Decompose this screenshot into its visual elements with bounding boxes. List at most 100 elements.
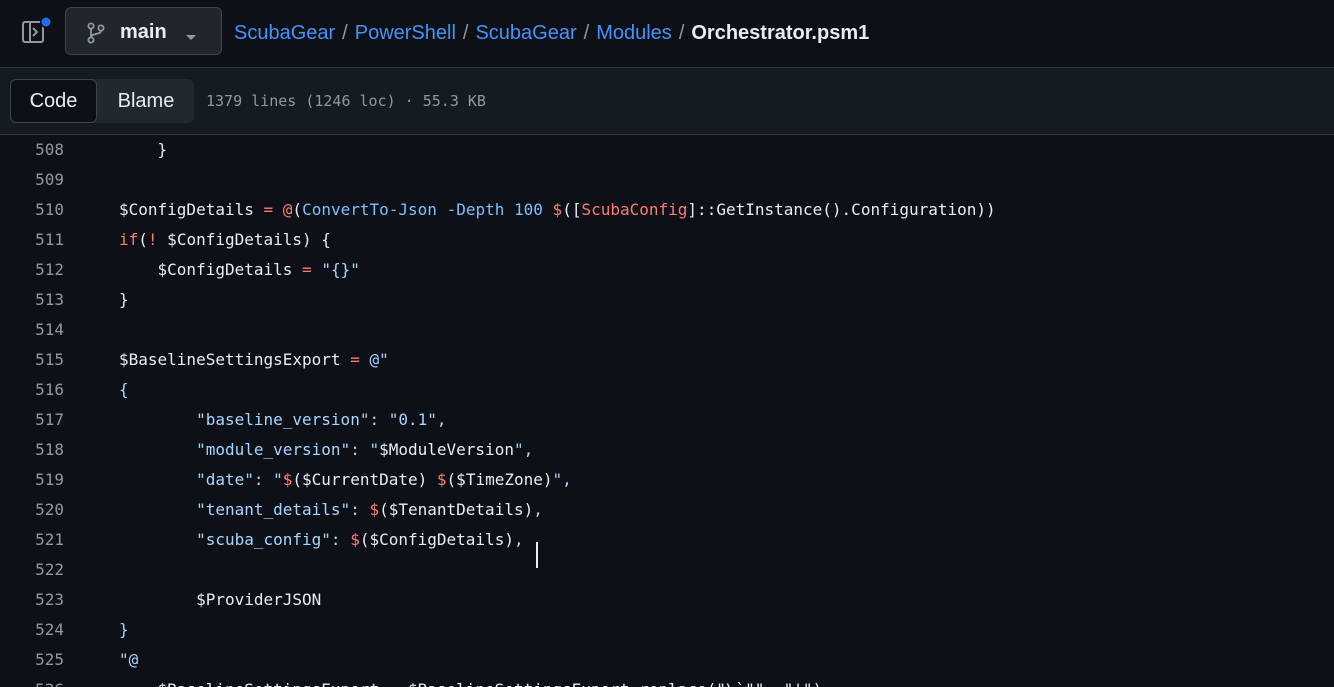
breadcrumb-link-scubagear[interactable]: ScubaGear (475, 22, 576, 45)
code-token: ([ (562, 200, 582, 219)
line-code: $ConfigDetails = "{}" (119, 255, 360, 285)
code-token: -Depth (446, 200, 505, 219)
code-token: $ModuleVersion (379, 440, 514, 459)
code-token: $BaselineSettingsExport (119, 350, 351, 369)
line-number[interactable]: 511 (0, 225, 64, 255)
code-token: "scuba_config": (119, 530, 351, 549)
line-code: } (119, 615, 129, 645)
line-code: $BaselineSettingsExport = $BaselineSetti… (119, 675, 823, 687)
line-number[interactable]: 525 (0, 645, 64, 675)
breadcrumb-separator: / (462, 21, 469, 44)
line-number[interactable]: 526 (0, 675, 64, 687)
sidebar-toggle-icon[interactable] (18, 16, 54, 48)
line-number[interactable]: 517 (0, 405, 64, 435)
code-line: 517 "baseline_version": "0.1", (0, 405, 1334, 435)
file-header: main ScubaGear / PowerShell / ScubaGear … (0, 0, 1334, 68)
breadcrumb-link-powershell[interactable]: PowerShell (355, 22, 456, 45)
line-code: } (119, 135, 168, 165)
code-token: "date": " (119, 470, 283, 489)
line-number[interactable]: 518 (0, 435, 64, 465)
line-number[interactable]: 513 (0, 285, 64, 315)
code-token: = (263, 200, 274, 219)
code-token: = (350, 350, 360, 369)
code-token: ($TimeZone) (446, 470, 553, 489)
code-token: ($ConfigDetails) (359, 530, 514, 549)
code-token: "module_version": " (119, 440, 380, 459)
code-token: $ConfigDetails (119, 260, 303, 279)
line-code: { (119, 375, 129, 405)
code-token: if (119, 230, 139, 249)
tab-code[interactable]: Code (10, 79, 97, 123)
code-line: 526 $BaselineSettingsExport = $BaselineS… (0, 675, 1334, 687)
line-code: "date": "$($CurrentDate) $($TimeZone)", (119, 465, 572, 495)
code-token: ConvertTo-Json (302, 200, 437, 219)
code-token: ( (138, 230, 148, 249)
line-code: $BaselineSettingsExport = @" (119, 345, 389, 375)
line-number[interactable]: 508 (0, 135, 64, 165)
code-token: $ (350, 530, 360, 549)
code-token: ($TenantDetails) (379, 500, 534, 519)
line-number[interactable]: 523 (0, 585, 64, 615)
code-token: = (302, 260, 312, 279)
code-token: "@ (119, 650, 139, 669)
breadcrumb-link-modules[interactable]: Modules (596, 22, 672, 45)
code-line: 522 (0, 555, 1334, 585)
line-number[interactable]: 521 (0, 525, 64, 555)
code-line: 515 $BaselineSettingsExport = @" (0, 345, 1334, 375)
file-meta: 1379 lines (1246 loc) · 55.3 KB (206, 92, 486, 110)
breadcrumb-separator: / (342, 21, 348, 44)
line-number[interactable]: 512 (0, 255, 64, 285)
line-number[interactable]: 520 (0, 495, 64, 525)
code-token: { (119, 380, 129, 399)
line-number[interactable]: 514 (0, 315, 64, 345)
line-number[interactable]: 510 (0, 195, 64, 225)
code-token: ( (292, 200, 303, 219)
breadcrumb-separator: / (678, 21, 685, 44)
code-token: "baseline_version": "0.1", (119, 410, 447, 429)
code-line: 524} (0, 615, 1334, 645)
code-line: 512 $ConfigDetails = "{}" (0, 255, 1334, 285)
breadcrumb-link-repo[interactable]: ScubaGear (234, 22, 335, 45)
line-number[interactable]: 509 (0, 165, 64, 195)
line-code: "@ (119, 645, 138, 675)
line-number[interactable]: 522 (0, 555, 64, 585)
code-line: 510 $ConfigDetails = @(ConvertTo-Json -De… (0, 195, 1334, 225)
code-token: $ConfigDetails (119, 200, 264, 219)
view-mode-toggle: Code Blame (10, 79, 194, 123)
git-branch-icon (86, 22, 106, 49)
code-viewer[interactable]: 508 } 509 510 $ConfigDetails = @(ConvertTo-… (0, 135, 1334, 687)
line-number[interactable]: 519 (0, 465, 64, 495)
branch-selector-button[interactable]: main (65, 7, 222, 55)
line-code: $ConfigDetails = @(ConvertTo-Json -Depth… (119, 195, 996, 225)
code-token: , (513, 530, 524, 549)
code-token: ", (513, 440, 534, 459)
code-token: } (119, 620, 129, 639)
code-line: 523 $ProviderJSON (0, 585, 1334, 615)
tab-blame[interactable]: Blame (98, 79, 194, 123)
code-line: 521 "scuba_config": $($ConfigDetails), (0, 525, 1334, 555)
code-token: , (533, 500, 543, 519)
line-number[interactable]: 516 (0, 375, 64, 405)
line-number[interactable]: 524 (0, 615, 64, 645)
code-line: 516 { (0, 375, 1334, 405)
breadcrumb: ScubaGear / PowerShell / ScubaGear / Mod… (234, 19, 869, 47)
code-line: 514 (0, 315, 1334, 345)
code-token: } (119, 140, 168, 159)
code-token: $ (552, 200, 563, 219)
line-code: "module_version": "$ModuleVersion", (119, 435, 533, 465)
breadcrumb-current-file: Orchestrator.psm1 (691, 21, 870, 44)
code-token: $ (282, 470, 293, 489)
code-token: ", (552, 470, 572, 489)
code-token: } (119, 290, 129, 309)
code-token: ]::GetInstance().Configuration)) (687, 200, 996, 219)
line-number[interactable]: 515 (0, 345, 64, 375)
code-line: 525 "@ (0, 645, 1334, 675)
code-token: ScubaConfig (581, 200, 688, 219)
code-token: @ (282, 200, 293, 219)
code-token: ($CurrentDate) (292, 470, 428, 489)
code-token: 100 (514, 200, 543, 219)
branch-name: main (120, 21, 167, 43)
